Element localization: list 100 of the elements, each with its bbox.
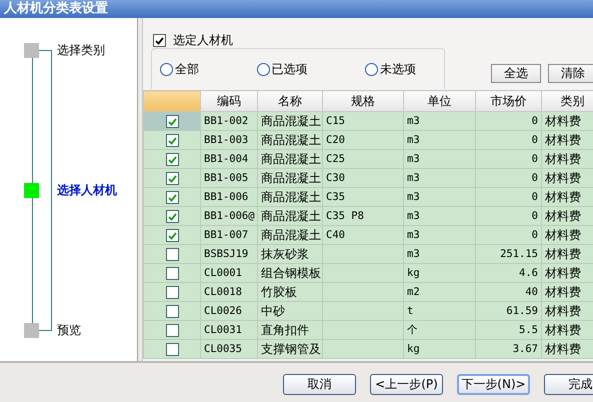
table-cell: BSBSJ19 bbox=[200, 244, 258, 264]
column-header[interactable]: 名称 bbox=[258, 90, 322, 112]
table-cell: 材料费 bbox=[542, 302, 593, 320]
table-cell: BB1-006@ bbox=[200, 206, 258, 226]
table-cell: 0 bbox=[476, 112, 542, 130]
radio-button[interactable] bbox=[160, 62, 173, 76]
table-cell: C35 P8 bbox=[322, 206, 404, 226]
table-cell: 材料费 bbox=[542, 340, 593, 358]
back-button[interactable]: <上一步(P) bbox=[370, 374, 443, 395]
checkbox[interactable] bbox=[166, 267, 178, 280]
column-header[interactable]: 类别 bbox=[542, 90, 593, 112]
step-label[interactable]: 预览 bbox=[57, 322, 81, 338]
row-selector-cell[interactable] bbox=[144, 130, 200, 150]
checkbox[interactable] bbox=[166, 286, 178, 300]
table-cell: 材料费 bbox=[542, 226, 593, 244]
checkbox[interactable] bbox=[166, 191, 178, 204]
checkbox[interactable] bbox=[153, 34, 166, 47]
row-selector-cell[interactable] bbox=[144, 282, 200, 302]
table-cell: t bbox=[404, 302, 476, 320]
table-cell: 材料费 bbox=[542, 206, 593, 226]
cancel-button[interactable]: 取消 bbox=[283, 374, 356, 395]
column-header[interactable]: 单位 bbox=[404, 90, 476, 112]
table-cell: m3 bbox=[404, 226, 476, 244]
table-cell: BB1-002 bbox=[200, 112, 258, 130]
checkbox-label: 选定人材机 bbox=[173, 32, 233, 49]
row-selector-cell[interactable] bbox=[144, 226, 200, 244]
table-cell: 4.6 bbox=[476, 264, 542, 282]
checkbox[interactable] bbox=[166, 210, 178, 224]
table-cell: BB1-007 bbox=[200, 226, 258, 244]
row-selector-cell[interactable] bbox=[144, 264, 200, 282]
table-cell: 0 bbox=[476, 168, 542, 188]
row-selector-cell[interactable] bbox=[144, 150, 200, 168]
table-cell: 直角扣件 bbox=[258, 320, 322, 340]
table-cell: 0 bbox=[476, 226, 542, 244]
table-cell: 商品混凝土 bbox=[258, 150, 322, 168]
table-cell: 商品混凝土 bbox=[258, 188, 322, 206]
next-button[interactable]: 下一步(N)> bbox=[457, 374, 530, 395]
column-header[interactable]: 市场价 bbox=[476, 90, 542, 112]
table-cell: m3 bbox=[404, 150, 476, 168]
table-cell: BB1-006 bbox=[200, 188, 258, 206]
table-cell: 抹灰砂浆 bbox=[258, 244, 322, 264]
column-header[interactable]: 编码 bbox=[200, 90, 258, 112]
table-cell: BB1-004 bbox=[200, 150, 258, 168]
table-cell: 材料费 bbox=[542, 282, 593, 302]
radio-label: 全部 bbox=[175, 60, 199, 78]
table-cell: C20 bbox=[322, 130, 404, 150]
row-selector-cell[interactable] bbox=[144, 168, 200, 188]
checkbox[interactable] bbox=[166, 229, 178, 242]
checkbox[interactable] bbox=[166, 172, 178, 186]
checkbox[interactable] bbox=[166, 305, 178, 318]
table-cell: 商品混凝土 bbox=[258, 226, 322, 244]
radio-button[interactable] bbox=[365, 62, 378, 76]
table-cell: m3 bbox=[404, 244, 476, 264]
table-cell: 支撑钢管及 bbox=[258, 340, 322, 358]
table-cell: m3 bbox=[404, 130, 476, 150]
row-selector-cell[interactable] bbox=[144, 320, 200, 340]
table-cell: CL0026 bbox=[200, 302, 258, 320]
table-cell: 商品混凝土 bbox=[258, 130, 322, 150]
table-cell: 材料费 bbox=[542, 168, 593, 188]
column-header[interactable]: 规格 bbox=[322, 90, 404, 112]
table-cell: 5.5 bbox=[476, 320, 542, 340]
radio-label: 已选项 bbox=[272, 60, 308, 78]
finish-button[interactable]: 完成 bbox=[544, 374, 593, 395]
table-cell: 商品混凝土 bbox=[258, 112, 322, 130]
select-all-button[interactable]: 全选 bbox=[491, 64, 541, 83]
table-cell: C25 bbox=[322, 150, 404, 168]
row-selector-cell[interactable] bbox=[144, 340, 200, 358]
table-cell: 竹胶板 bbox=[258, 282, 322, 302]
row-selector-cell[interactable] bbox=[144, 112, 200, 130]
table-cell: m3 bbox=[404, 112, 476, 130]
checkbox[interactable] bbox=[166, 115, 178, 128]
window-title: 人材机分类表设置 bbox=[0, 0, 593, 18]
table-cell: 0 bbox=[476, 206, 542, 226]
table-cell: m2 bbox=[404, 282, 476, 302]
row-selector-cell[interactable] bbox=[144, 244, 200, 264]
table-cell: m3 bbox=[404, 206, 476, 226]
row-selector-cell[interactable] bbox=[144, 206, 200, 226]
table-cell: 材料费 bbox=[542, 150, 593, 168]
table-cell: 个 bbox=[404, 320, 476, 340]
radio-button[interactable] bbox=[256, 62, 270, 76]
table-cell: 0 bbox=[476, 130, 542, 150]
row-selector-cell[interactable] bbox=[144, 188, 200, 206]
table-cell: C35 bbox=[322, 188, 404, 206]
table-cell: kg bbox=[404, 340, 476, 358]
checkbox[interactable] bbox=[166, 134, 178, 148]
table-cell: 中砂 bbox=[258, 302, 322, 320]
checkbox[interactable] bbox=[166, 324, 178, 338]
checkbox[interactable] bbox=[166, 248, 178, 262]
checkbox[interactable] bbox=[166, 153, 178, 166]
table-cell: 材料费 bbox=[542, 188, 593, 206]
table-cell: 3.67 bbox=[476, 340, 542, 358]
radio-label: 未选项 bbox=[380, 60, 416, 78]
table-cell: kg bbox=[404, 264, 476, 282]
step-label[interactable]: 选择类别 bbox=[57, 42, 105, 58]
clear-button[interactable]: 清除 bbox=[548, 64, 593, 83]
checkbox[interactable] bbox=[166, 343, 178, 356]
step-label[interactable]: 选择人材机 bbox=[57, 182, 117, 198]
table-cell: 材料费 bbox=[542, 320, 593, 340]
row-selector-cell[interactable] bbox=[144, 302, 200, 320]
table-cell: C15 bbox=[322, 112, 404, 130]
